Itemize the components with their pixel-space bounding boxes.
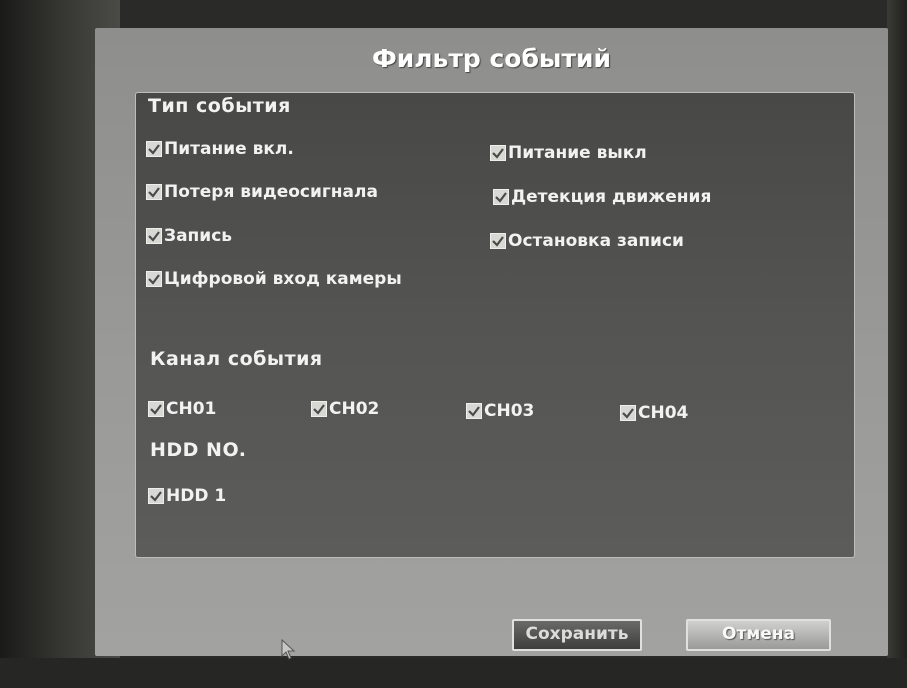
event-filter-dialog: Фильтр событий Тип события Питание вкл. … <box>95 28 888 660</box>
checkmark-icon <box>311 401 327 417</box>
checkmark-icon <box>620 405 636 421</box>
checkmark-icon <box>146 228 162 244</box>
checkbox-motion-detection[interactable]: Детекция движения <box>493 187 711 207</box>
checkbox-label: Цифровой вход камеры <box>164 269 402 289</box>
checkbox-recording[interactable]: Запись <box>146 226 232 246</box>
checkbox-recording-stop[interactable]: Остановка записи <box>490 231 684 251</box>
checkbox-ch02[interactable]: CH02 <box>311 399 379 419</box>
checkbox-ch01[interactable]: CH01 <box>148 399 216 419</box>
checkbox-label: CH03 <box>484 401 535 421</box>
checkbox-label: HDD 1 <box>166 486 227 506</box>
filter-panel: Тип события Питание вкл. Питание выкл По… <box>135 92 855 558</box>
checkbox-label: Потеря видеосигнала <box>164 182 378 202</box>
checkbox-ch03[interactable]: CH03 <box>466 401 534 421</box>
hdd-label: HDD NO. <box>150 439 247 461</box>
checkmark-icon <box>146 184 162 200</box>
checkmark-icon <box>466 403 482 419</box>
monitor-bezel-right <box>887 0 907 688</box>
cancel-button[interactable]: Отмена <box>686 619 831 651</box>
checkmark-icon <box>146 141 162 157</box>
checkbox-label: CH04 <box>638 403 689 423</box>
checkbox-hdd1[interactable]: HDD 1 <box>148 486 226 506</box>
checkmark-icon <box>490 145 506 161</box>
checkbox-ch04[interactable]: CH04 <box>620 403 688 423</box>
save-button[interactable]: Сохранить <box>512 619 642 651</box>
checkbox-label: Питание выкл <box>508 143 647 163</box>
checkbox-label: Питание вкл. <box>164 139 294 159</box>
checkbox-camera-digital-input[interactable]: Цифровой вход камеры <box>146 269 402 289</box>
checkbox-power-off[interactable]: Питание выкл <box>490 143 647 163</box>
checkmark-icon <box>146 271 162 287</box>
event-channel-label: Канал события <box>150 348 323 370</box>
checkmark-icon <box>493 189 509 205</box>
checkbox-label: Детекция движения <box>511 187 712 207</box>
checkmark-icon <box>148 488 164 504</box>
checkmark-icon <box>148 401 164 417</box>
checkbox-label: CH01 <box>166 399 217 419</box>
checkbox-label: CH02 <box>329 399 380 419</box>
checkbox-label: Остановка записи <box>508 231 684 251</box>
dialog-title: Фильтр событий <box>371 44 612 73</box>
checkbox-power-on[interactable]: Питание вкл. <box>146 139 294 159</box>
checkbox-label: Запись <box>164 226 233 246</box>
event-type-label: Тип события <box>148 95 291 117</box>
checkbox-video-loss[interactable]: Потеря видеосигнала <box>146 182 378 202</box>
mouse-pointer-icon <box>281 638 297 665</box>
checkmark-icon <box>490 233 506 249</box>
monitor-bezel-bottom <box>0 658 907 688</box>
